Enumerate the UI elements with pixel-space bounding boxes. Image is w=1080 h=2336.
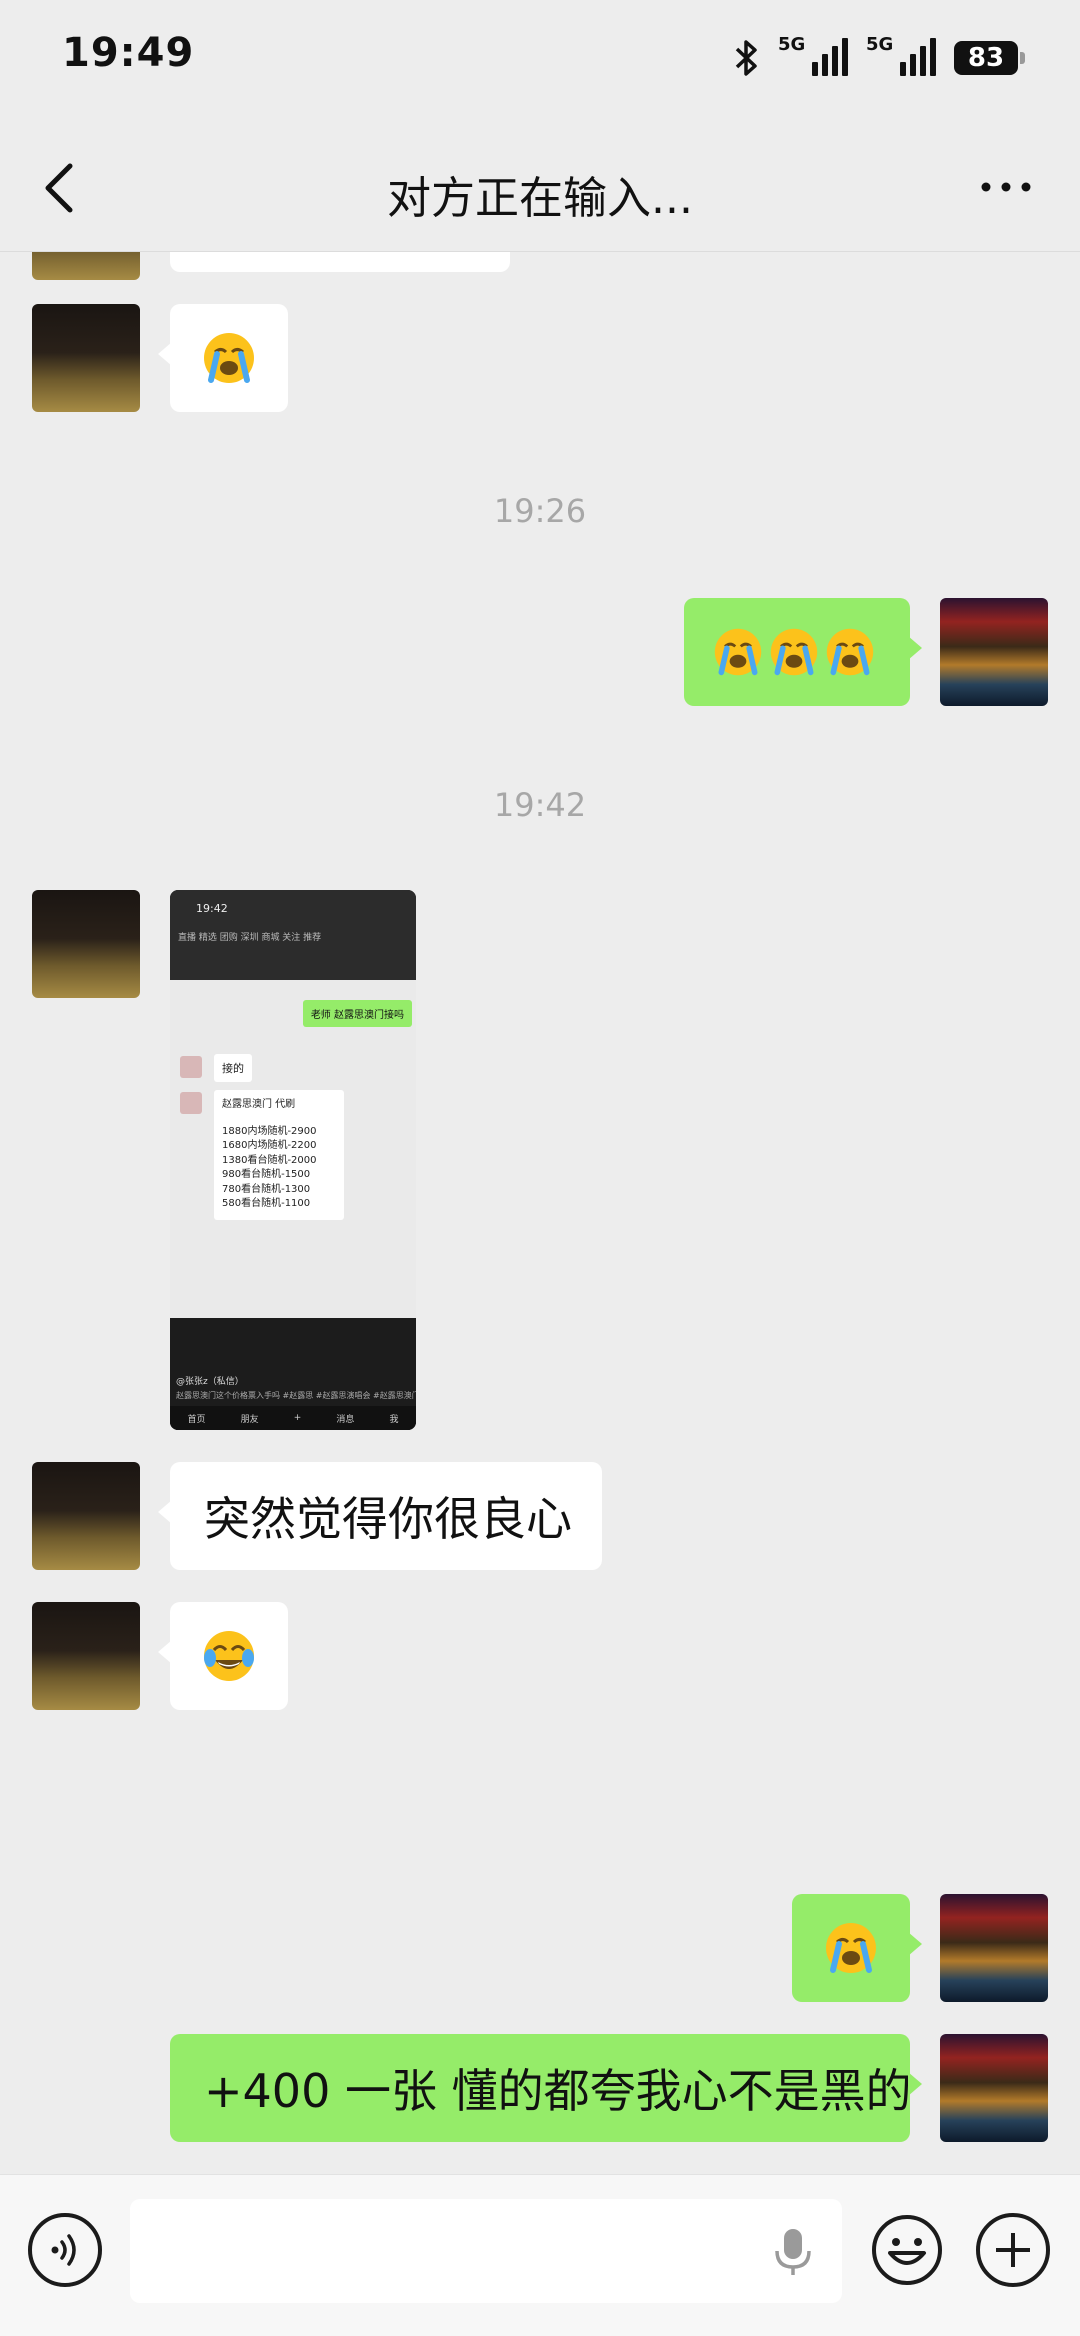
loudly-crying-emoji-icon [826, 628, 874, 676]
my-avatar[interactable] [940, 598, 1048, 706]
message-list[interactable]: 19:26 19:42 19:42 直播 精选 团购 深圳 商城 关注 推荐 老… [0, 252, 1080, 2174]
signal-icon: 5G [778, 34, 848, 80]
contact-avatar[interactable] [32, 304, 140, 412]
message-bubble[interactable] [158, 1602, 288, 1710]
nav-bar: 对方正在输入... [0, 120, 1080, 252]
bluetooth-icon [735, 40, 757, 76]
battery-level: 83 [967, 43, 1005, 73]
message-bubble-out[interactable] [684, 598, 922, 706]
my-avatar[interactable] [940, 2034, 1048, 2142]
status-icons: 5G 5G 83 [734, 34, 1025, 82]
message-bubble[interactable]: 突然觉得你很良心 [158, 1462, 602, 1570]
microphone-icon[interactable] [770, 2227, 816, 2277]
battery-icon: 83 [954, 41, 1025, 75]
loudly-crying-emoji-icon [770, 628, 818, 676]
timestamp: 19:42 [493, 786, 587, 824]
chat-title: 对方正在输入... [387, 173, 693, 224]
status-bar: 19:49 5G 5G 83 [0, 0, 1080, 120]
contact-avatar[interactable] [32, 1602, 140, 1710]
my-avatar[interactable] [940, 1894, 1048, 2002]
chat-screen: 19:49 5G 5G 83 对方正在输入... 19:26 19:42 19:… [0, 0, 1080, 2336]
voice-icon[interactable] [28, 2213, 102, 2287]
message-bubble-out[interactable] [792, 1894, 922, 2002]
loudly-crying-emoji-icon [714, 628, 762, 676]
timestamp: 19:26 [493, 492, 587, 530]
more-dots-icon[interactable] [978, 172, 1034, 202]
plus-icon[interactable] [976, 2213, 1050, 2287]
message-bubble[interactable] [158, 304, 288, 412]
status-time: 19:49 [62, 30, 195, 76]
message-bubble-out[interactable]: +400 一张 懂的都夸我心不是黑的 [170, 2034, 922, 2142]
contact-avatar[interactable] [32, 252, 140, 280]
signal-icon: 5G [866, 34, 936, 80]
image-message[interactable]: 19:42 直播 精选 团购 深圳 商城 关注 推荐 老师 赵露思澳门接吗 接的… [170, 890, 416, 1430]
message-bubble[interactable] [170, 252, 510, 272]
contact-avatar[interactable] [32, 890, 140, 998]
input-bar [0, 2174, 1080, 2336]
emoji-icon[interactable] [870, 2213, 944, 2287]
contact-avatar[interactable] [32, 1462, 140, 1570]
loudly-crying-emoji-icon [826, 1923, 876, 1973]
loudly-crying-emoji-icon [204, 333, 254, 383]
message-input[interactable] [130, 2199, 842, 2303]
tears-of-joy-emoji-icon [204, 1631, 254, 1681]
